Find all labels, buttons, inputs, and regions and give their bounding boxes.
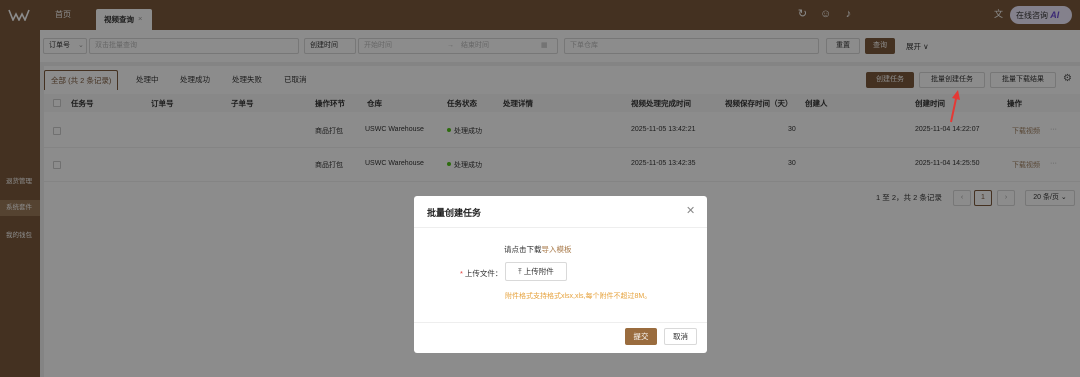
upload-icon: ⤒ [518, 267, 522, 276]
annotation-arrow-icon [950, 90, 960, 123]
upload-button-label: 上传附件 [523, 267, 554, 276]
upload-format-note: 附件格式支持格式xlsx,xls,每个附件不超过8M。 [505, 293, 652, 300]
upload-file-label: * 上传文件： [460, 268, 502, 279]
modal-title: 批量创建任务 [427, 208, 482, 218]
submit-button[interactable]: 提交 [625, 328, 657, 345]
import-template-link[interactable]: 导入模板 [542, 245, 572, 254]
modal-divider [414, 227, 707, 228]
modal-footer-divider [414, 322, 707, 323]
upload-label-text: 上传文件： [464, 269, 503, 278]
batch-create-task-modal: 批量创建任务 ✕ 请点击下载导入模板 * 上传文件： ⤒ 上传附件 附件格式支持格… [414, 196, 707, 353]
upload-attachment-button[interactable]: ⤒ 上传附件 [505, 262, 567, 281]
required-mark: * [460, 269, 463, 278]
hint-text: 请点击下载 [504, 245, 542, 254]
close-icon[interactable]: ✕ [686, 204, 695, 217]
template-hint: 请点击下载导入模板 [504, 244, 572, 255]
cancel-button[interactable]: 取消 [664, 328, 697, 345]
